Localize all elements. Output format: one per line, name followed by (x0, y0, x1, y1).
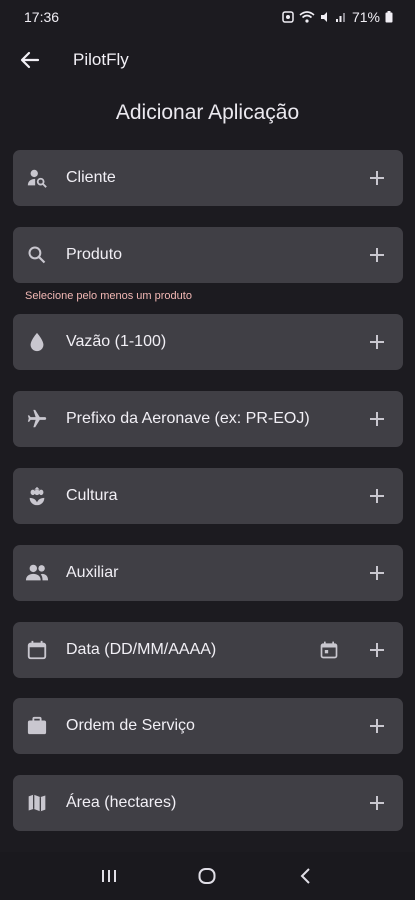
ordem-field[interactable]: Ordem de Serviço (13, 698, 403, 754)
airplane-icon (25, 407, 49, 431)
person-search-icon (25, 166, 49, 190)
plus-icon (370, 643, 384, 657)
area-field[interactable]: Área (hectares) (13, 775, 403, 831)
ordem-label: Ordem de Serviço (66, 717, 195, 734)
calendar-icon (25, 638, 49, 662)
plus-icon (370, 489, 384, 503)
add-ordem-button[interactable] (365, 714, 389, 738)
plus-icon (370, 719, 384, 733)
back-button[interactable] (12, 42, 48, 78)
prefixo-label: Prefixo da Aeronave (ex: PR-EOJ) (66, 410, 310, 427)
auxiliar-field[interactable]: Auxiliar (13, 545, 403, 601)
signal-icon (335, 13, 345, 22)
status-icons: 71% (282, 9, 393, 25)
produto-label: Produto (66, 246, 123, 263)
add-cultura-button[interactable] (365, 484, 389, 508)
add-vazao-button[interactable] (365, 330, 389, 354)
cliente-label: Cliente (66, 169, 116, 186)
date-picker-button[interactable] (317, 638, 341, 662)
briefcase-icon (25, 714, 49, 738)
add-area-button[interactable] (365, 791, 389, 815)
plus-icon (370, 171, 384, 185)
plus-icon (370, 796, 384, 810)
map-icon (25, 791, 49, 815)
system-navigation-bar (0, 852, 415, 900)
app-title: PilotFly (73, 50, 129, 69)
wifi-icon (299, 11, 315, 23)
recent-apps-icon (102, 870, 117, 882)
cultura-field[interactable]: Cultura (13, 468, 403, 524)
search-icon (25, 243, 49, 267)
mute-icon (320, 12, 327, 22)
plus-icon (370, 412, 384, 426)
add-auxiliar-button[interactable] (365, 561, 389, 585)
prefixo-field[interactable]: Prefixo da Aeronave (ex: PR-EOJ) (13, 391, 403, 447)
chevron-left-icon (300, 868, 310, 884)
produto-error-text: Selecione pelo menos um produto (25, 290, 192, 302)
cultura-label: Cultura (66, 487, 118, 504)
add-produto-button[interactable] (365, 243, 389, 267)
calendar-today-icon (320, 641, 338, 659)
gallery-icon (282, 11, 294, 23)
area-label: Área (hectares) (66, 794, 177, 811)
plus-icon (370, 335, 384, 349)
home-icon (198, 868, 216, 884)
add-prefixo-button[interactable] (365, 407, 389, 431)
recent-apps-button[interactable] (89, 856, 129, 896)
group-icon (25, 561, 49, 585)
system-back-button[interactable] (286, 856, 326, 896)
plus-icon (370, 248, 384, 262)
battery-icon (385, 11, 393, 23)
add-cliente-button[interactable] (365, 166, 389, 190)
data-label: Data (DD/MM/AAAA) (66, 641, 217, 658)
data-field[interactable]: Data (DD/MM/AAAA) (13, 622, 403, 678)
add-data-button[interactable] (365, 638, 389, 662)
arrow-back-icon (20, 51, 40, 69)
app-bar: PilotFly (0, 38, 415, 82)
plus-icon (370, 566, 384, 580)
status-bar: 17:36 71% (0, 0, 415, 34)
plant-icon (25, 484, 49, 508)
battery-percentage: 71% (351, 9, 380, 25)
status-time: 17:36 (24, 9, 60, 25)
auxiliar-label: Auxiliar (66, 564, 119, 581)
cliente-field[interactable]: Cliente (13, 150, 403, 206)
water-drop-icon (25, 330, 49, 354)
home-button[interactable] (187, 856, 227, 896)
vazao-label: Vazão (1-100) (66, 333, 167, 350)
page-title: Adicionar Aplicação (115, 101, 300, 124)
vazao-field[interactable]: Vazão (1-100) (13, 314, 403, 370)
produto-field[interactable]: Produto (13, 227, 403, 283)
